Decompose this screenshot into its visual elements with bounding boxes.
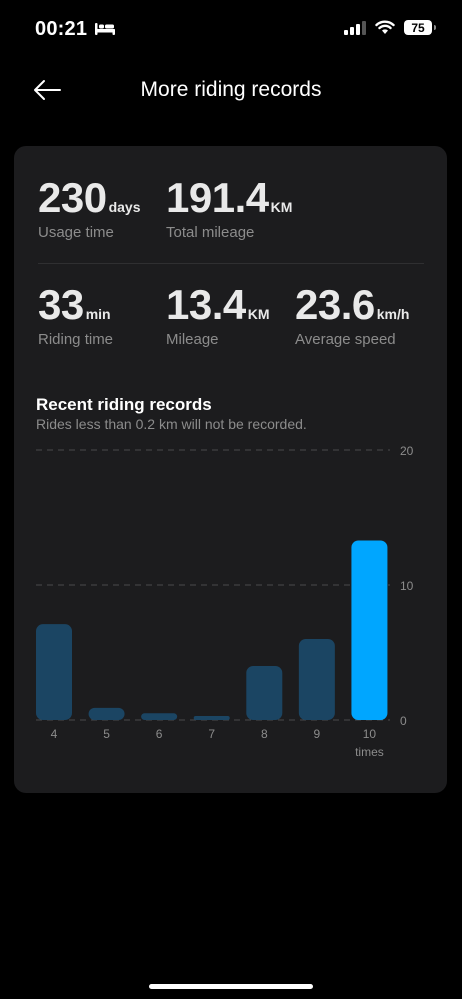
usage-time-label: Usage time xyxy=(38,224,114,241)
average-speed-label: Average speed xyxy=(295,331,396,348)
y-tick-label: 10 xyxy=(400,579,414,593)
recent-records-title: Recent riding records xyxy=(36,395,212,414)
x-tick-label: 10 xyxy=(363,727,377,741)
x-tick-label: 6 xyxy=(156,727,163,741)
total-mileage-value: 191.4 xyxy=(166,174,269,221)
mileage-value: 13.4 xyxy=(166,281,246,328)
mileage-label: Mileage xyxy=(166,331,219,348)
chart-bar xyxy=(351,540,388,720)
wifi-icon xyxy=(375,20,395,34)
riding-time-label: Riding time xyxy=(38,331,114,348)
y-tick-label: 0 xyxy=(400,714,407,728)
x-tick-label: 8 xyxy=(261,727,268,741)
x-tick-label: 5 xyxy=(103,727,110,741)
riding-time-value: 33 xyxy=(38,281,84,328)
chart-bar xyxy=(298,639,335,720)
x-tick-label: 7 xyxy=(208,727,215,741)
stat-mileage: 13.4 KM Mileage xyxy=(166,281,270,348)
usage-time-value: 230 xyxy=(38,174,107,221)
header: More riding records xyxy=(0,68,462,112)
cellular-signal-icon xyxy=(344,20,366,35)
page-title: More riding records xyxy=(140,78,322,101)
total-mileage-label: Total mileage xyxy=(166,224,255,241)
stat-usage-time: 230 days Usage time xyxy=(38,174,141,241)
stat-average-speed: 23.6 km/h Average speed xyxy=(295,281,409,348)
riding-time-unit: min xyxy=(85,306,111,322)
usage-time-unit: days xyxy=(108,199,141,215)
chart-bar xyxy=(193,715,230,720)
records-card: 230 days Usage time 191.4 KM Total mileage… xyxy=(14,146,447,793)
chart-bar xyxy=(36,624,72,720)
chart-bar xyxy=(141,713,178,720)
status-time: 00:21 xyxy=(35,18,88,40)
mileage-unit: KM xyxy=(247,306,270,322)
battery-icon: 75 xyxy=(404,20,436,35)
sleep-focus-icon xyxy=(95,23,115,35)
home-indicator xyxy=(149,984,313,989)
chart-bar xyxy=(246,666,283,720)
average-speed-unit: km/h xyxy=(376,306,410,322)
stat-riding-time: 33 min Riding time xyxy=(38,281,113,348)
y-tick-label: 20 xyxy=(400,444,414,458)
x-unit-label: times xyxy=(355,745,384,759)
divider xyxy=(38,263,424,264)
recent-rides-bar-chart: 0 10 20 4 5 6 7 8 9 10 times xyxy=(36,444,414,759)
total-mileage-unit: KM xyxy=(270,199,293,215)
x-tick-label: 4 xyxy=(51,727,58,741)
stat-total-mileage: 191.4 KM Total mileage xyxy=(166,174,292,241)
x-tick-label: 9 xyxy=(314,727,321,741)
average-speed-value: 23.6 xyxy=(295,281,375,328)
status-bar: 00:21 75 xyxy=(0,0,462,60)
recent-records-subtitle: Rides less than 0.2 km will not be recor… xyxy=(36,416,307,432)
chart-bar xyxy=(88,707,125,720)
